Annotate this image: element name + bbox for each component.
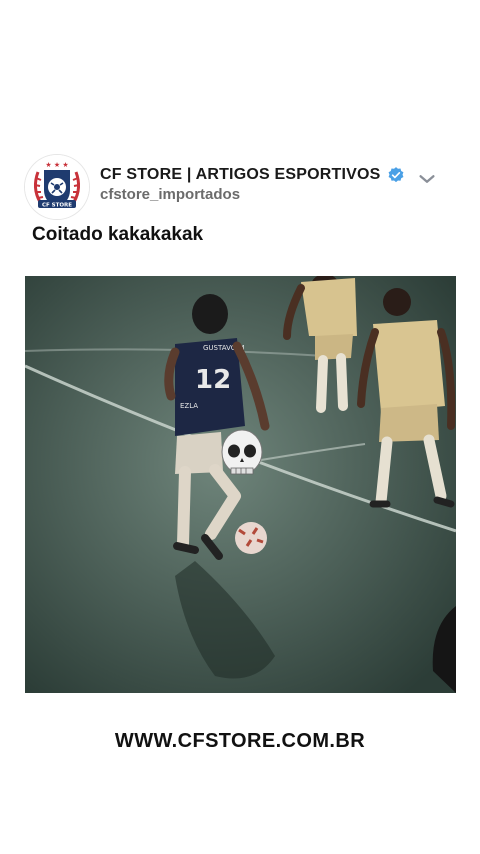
jersey-sponsor: EZLA	[180, 402, 198, 410]
logo-text: CF STORE	[42, 203, 72, 209]
futsal-scene: 12 GUSTAVO M EZLA	[25, 276, 456, 693]
post-header: ★ ★ ★ CF STORE CF STORE | ARTIGOS ESPORT…	[24, 152, 464, 222]
account-avatar[interactable]: ★ ★ ★ CF STORE	[24, 154, 90, 220]
chevron-down-icon[interactable]	[416, 168, 438, 190]
account-name[interactable]: CF STORE | ARTIGOS ESPORTIVOS	[100, 166, 381, 184]
account-title-row: CF STORE | ARTIGOS ESPORTIVOS	[100, 166, 405, 184]
store-url[interactable]: WWW.CFSTORE.COM.BR	[0, 730, 480, 753]
skull-emoji-icon	[221, 429, 263, 475]
post-media[interactable]: 12 GUSTAVO M EZLA	[25, 276, 456, 693]
post-caption: Coitado kakakakak	[32, 224, 204, 245]
soccer-ball-icon	[235, 522, 267, 554]
svg-text:★ ★ ★: ★ ★ ★	[45, 161, 68, 169]
cf-store-logo: ★ ★ ★ CF STORE	[25, 155, 89, 219]
jersey-number: 12	[195, 365, 231, 395]
verified-badge-icon	[388, 167, 403, 183]
account-handle[interactable]: cfstore_importados	[100, 186, 405, 203]
account-names: CF STORE | ARTIGOS ESPORTIVOS cfstore_im…	[100, 166, 405, 203]
